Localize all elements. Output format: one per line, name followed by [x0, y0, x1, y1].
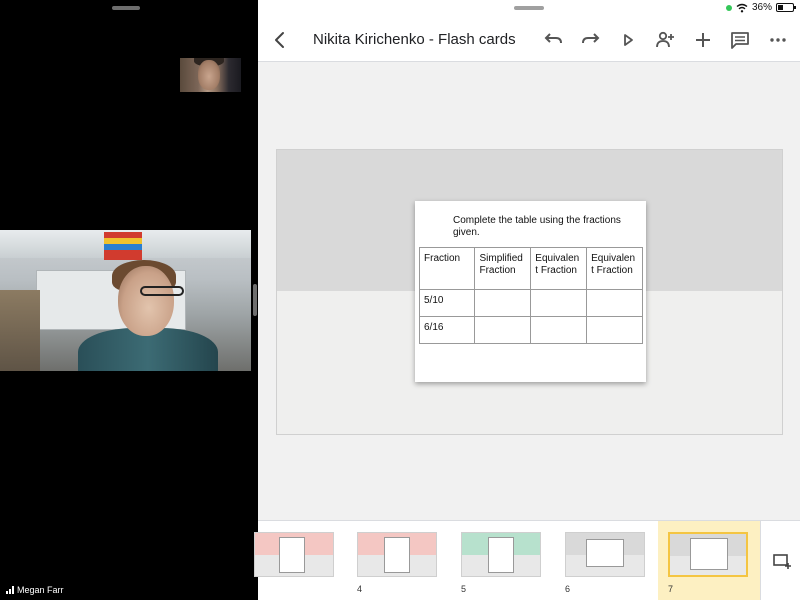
table-cell: 5/10: [418, 289, 476, 317]
status-bar: 36%: [258, 0, 800, 18]
video-person-head: [118, 266, 174, 336]
thumb-card: [690, 538, 728, 570]
table-cell: 6/16: [418, 316, 476, 344]
toolbar: Nikita Kirichenko - Flash cards: [258, 18, 800, 62]
slide-number: 6: [565, 584, 571, 594]
thumb-card: [279, 537, 305, 573]
current-slide[interactable]: Complete the table using the fractions g…: [276, 149, 783, 435]
slide-thumbnail[interactable]: [565, 532, 645, 577]
chevron-left-icon[interactable]: [268, 28, 292, 52]
self-view-face: [198, 60, 220, 90]
self-view-video[interactable]: [180, 58, 241, 92]
filmstrip-slide[interactable]: 6: [558, 521, 654, 600]
thumb-card: [488, 537, 514, 573]
split-view-handle[interactable]: [253, 284, 257, 316]
battery-percent: 36%: [751, 2, 772, 13]
slide-number: 7: [668, 584, 674, 594]
comment-icon[interactable]: [728, 28, 752, 52]
participant-video[interactable]: [0, 230, 251, 371]
table-cell: [530, 316, 588, 344]
undo-icon[interactable]: [541, 28, 565, 52]
table-cell: [586, 316, 643, 344]
drag-handle[interactable]: [112, 6, 140, 10]
signal-icon: [6, 586, 14, 594]
table-header-cell: Equivalen t Fraction: [530, 247, 588, 290]
table-row: 6/16: [418, 316, 643, 344]
person-add-icon[interactable]: [653, 28, 677, 52]
slide-thumbnail[interactable]: [254, 532, 334, 577]
more-horizontal-icon[interactable]: [766, 28, 790, 52]
wifi-icon: [736, 3, 748, 12]
status-indicators: 36%: [725, 2, 796, 13]
table-row: 5/10: [418, 289, 643, 317]
participant-name: Megan Farr: [17, 585, 64, 595]
table-header-cell: Simplified Fraction: [474, 247, 532, 290]
camera-indicator-icon: [725, 4, 732, 11]
slide-number: 5: [461, 584, 467, 594]
table-cell: [474, 289, 532, 317]
fraction-table: Fraction Simplified Fraction Equivalen t…: [418, 247, 643, 344]
filmstrip-slide[interactable]: 4: [350, 521, 446, 600]
table-header-cell: Equivalen t Fraction: [586, 247, 643, 290]
add-slide-icon[interactable]: [772, 552, 792, 570]
slides-app: 36% Nikita Kirichenko - Flash cards Comp…: [254, 0, 800, 600]
multitask-handle[interactable]: [514, 6, 544, 10]
slide-thumbnail[interactable]: [668, 532, 748, 577]
screen: Megan Farr 36% Nikita Kirichenko - Flash…: [0, 0, 800, 600]
filmstrip-divider: [760, 521, 761, 600]
table-cell: [530, 289, 588, 317]
play-icon[interactable]: [616, 28, 640, 52]
filmstrip-slide[interactable]: [254, 521, 344, 600]
table-cell: [586, 289, 643, 317]
slide-number: 4: [357, 584, 363, 594]
thumb-card: [384, 537, 410, 573]
redo-icon[interactable]: [579, 28, 603, 52]
thumb-card: [586, 539, 624, 567]
filmstrip-slide-selected[interactable]: 7: [658, 521, 760, 600]
flash-card[interactable]: Complete the table using the fractions g…: [415, 201, 646, 382]
battery-icon: [776, 3, 796, 12]
participant-name-label: Megan Farr: [6, 585, 64, 595]
table-header-row: Fraction Simplified Fraction Equivalen t…: [418, 247, 643, 290]
video-bins: [104, 232, 142, 260]
table-header-cell: Fraction: [418, 247, 476, 290]
video-shelf: [0, 290, 40, 371]
slide-filmstrip: 4 5 6 7: [254, 520, 800, 600]
video-call-panel: Megan Farr: [0, 0, 258, 600]
slide-thumbnail[interactable]: [357, 532, 437, 577]
slide-canvas: Complete the table using the fractions g…: [258, 62, 800, 520]
video-person-glasses: [140, 286, 184, 296]
filmstrip-slide[interactable]: 5: [454, 521, 550, 600]
slide-thumbnail[interactable]: [461, 532, 541, 577]
table-cell: [474, 316, 532, 344]
document-title[interactable]: Nikita Kirichenko - Flash cards: [313, 31, 516, 48]
plus-icon[interactable]: [691, 28, 715, 52]
card-instruction: Complete the table using the fractions g…: [453, 215, 621, 238]
